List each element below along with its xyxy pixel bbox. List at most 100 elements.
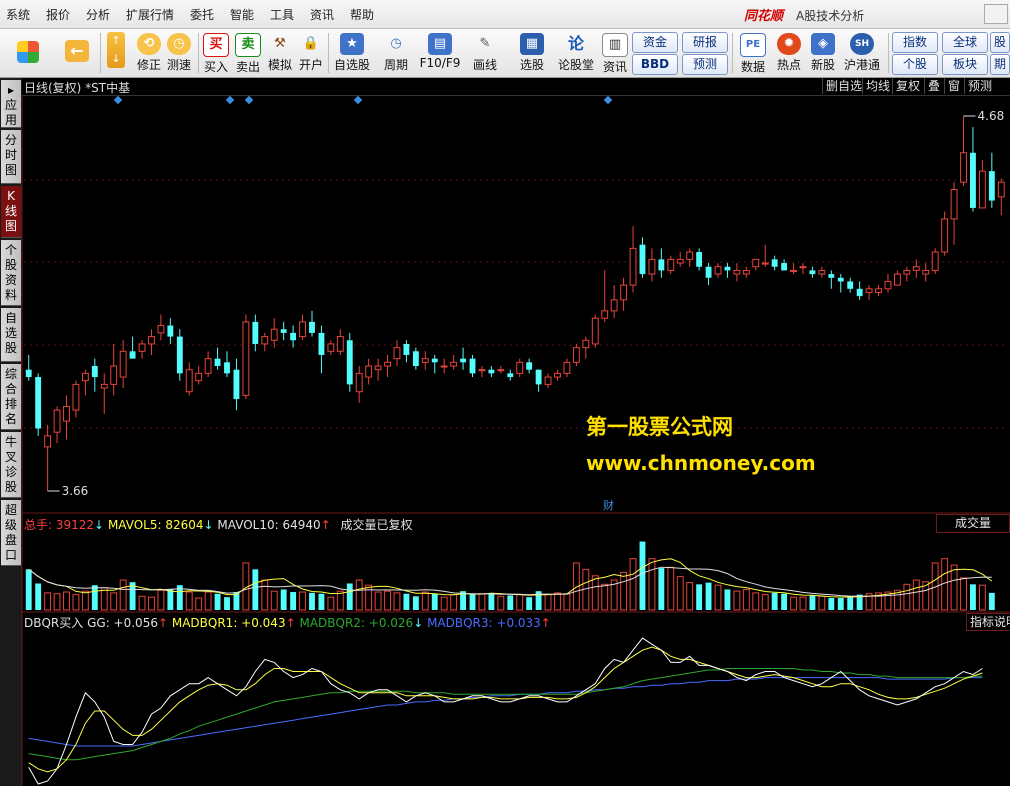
candle-body xyxy=(516,361,524,374)
side-tab-watchlist[interactable]: 自选股 xyxy=(1,308,21,362)
capital-button[interactable]: 资金 xyxy=(632,32,678,53)
forecast-button[interactable]: 预测 xyxy=(682,54,728,75)
candle-body xyxy=(554,372,561,378)
volume-bar xyxy=(167,589,174,610)
candle-body xyxy=(195,372,203,382)
volume-bar xyxy=(497,595,505,611)
volume-bar xyxy=(875,592,882,611)
mavol10-line xyxy=(28,566,992,597)
page-up-down-button[interactable]: ↑ ↓ xyxy=(101,31,131,75)
indicator-help-button[interactable]: 指标说明 xyxy=(966,613,1010,631)
candle-body xyxy=(931,251,939,271)
bbd-button[interactable]: BBD xyxy=(632,54,678,75)
side-tab-diagnosis[interactable]: 牛叉诊股 xyxy=(1,432,21,498)
candle-body xyxy=(771,259,778,267)
side-tab-ranking[interactable]: 综合排名 xyxy=(1,364,21,430)
side-tab-orderbook[interactable]: 超级盘口 xyxy=(1,500,21,566)
side-tab-kline[interactable]: K线图 xyxy=(1,186,21,238)
volume-bar xyxy=(431,593,438,610)
side-tab-apps[interactable]: ▸ 应用 xyxy=(1,80,21,128)
stock-button[interactable]: 个股 xyxy=(892,54,938,75)
toolbar-btn-0[interactable]: ⟲ 修正 xyxy=(132,31,166,75)
candle-body xyxy=(270,328,278,341)
toolbar-btn-2[interactable]: 买 买入 xyxy=(199,31,233,75)
volume-bar xyxy=(903,583,911,611)
ma-button[interactable]: 均线 xyxy=(862,78,893,94)
volume-button[interactable]: 成交量 xyxy=(936,514,1010,533)
menu-extended[interactable]: 扩展行情 xyxy=(126,6,174,23)
candle-body xyxy=(724,266,731,271)
forecast-button[interactable]: 预测 xyxy=(964,78,995,94)
volume-bar xyxy=(336,590,344,611)
candle-body xyxy=(978,170,986,209)
toolbar-btn-8[interactable]: ▤ F10/F9 xyxy=(418,31,462,75)
layout-icon[interactable] xyxy=(4,31,52,75)
index-button[interactable]: 指数 xyxy=(892,32,938,53)
menu-smart[interactable]: 智能 xyxy=(230,6,254,23)
star-icon: ★ xyxy=(340,33,364,55)
side-tab-intraday[interactable]: 分时图 xyxy=(1,130,21,184)
candle-body xyxy=(582,339,590,349)
volume-bar xyxy=(620,571,628,611)
sector-button[interactable]: 板块 xyxy=(942,54,988,75)
volume-bar xyxy=(629,558,637,611)
toolbar-btn-9[interactable]: ✎ 画线 xyxy=(466,31,504,75)
volume-bar xyxy=(912,579,920,611)
research-button[interactable]: 研报 xyxy=(682,32,728,53)
volume-bar xyxy=(81,590,89,611)
toolbar-btn-1[interactable]: ◷ 测速 xyxy=(162,31,196,75)
candle-body xyxy=(856,288,863,297)
toolbar-btn-16[interactable]: SH 沪港通 xyxy=(842,31,882,75)
watermark-url: www.chnmoney.com xyxy=(586,451,816,475)
overlay-button[interactable]: 叠 xyxy=(924,78,943,94)
menu-trade[interactable]: 委托 xyxy=(190,6,214,23)
side-tab-profile[interactable]: 个股资料 xyxy=(1,240,21,306)
share-button[interactable]: 股 xyxy=(990,32,1010,53)
toolbar-btn-5[interactable]: 🔒 开户 xyxy=(294,31,328,75)
volume-bar xyxy=(63,591,70,611)
gg-line xyxy=(28,637,983,785)
menu-help[interactable]: 帮助 xyxy=(350,6,374,23)
toolbar-btn-10[interactable]: ▦ 选股 xyxy=(512,31,552,75)
menu-tools[interactable]: 工具 xyxy=(270,6,294,23)
menu-news[interactable]: 资讯 xyxy=(310,6,334,23)
toolbar-btn-11[interactable]: 论 论股堂 xyxy=(556,31,596,75)
menu-quote[interactable]: 报价 xyxy=(46,6,70,23)
buy-icon: 买 xyxy=(203,33,229,57)
volume-bar xyxy=(346,583,353,610)
back-button[interactable]: ← xyxy=(58,31,96,75)
volume-bar xyxy=(591,575,599,611)
volume-bar xyxy=(639,541,646,610)
toolbar-btn-15[interactable]: ◈ 新股 xyxy=(806,31,840,75)
toolbar-btn-6[interactable]: ★ 自选股 xyxy=(332,31,372,75)
toolbar-btn-4[interactable]: ⚒ 模拟 xyxy=(263,31,297,75)
candle-body xyxy=(185,369,193,393)
toolbar-btn-7[interactable]: ◷ 周期 xyxy=(378,31,414,75)
adjust-button[interactable]: 复权 xyxy=(892,78,923,94)
remove-watchlist-button[interactable]: 删自选 xyxy=(822,78,865,94)
futures-button[interactable]: 期 xyxy=(990,54,1010,75)
candle-body xyxy=(847,281,854,289)
menu-system[interactable]: 系统 xyxy=(6,6,30,23)
toolbar-btn-12[interactable]: ▥ 资讯 xyxy=(598,31,632,75)
volume-bar xyxy=(950,564,958,611)
toolbar-btn-14[interactable]: ✹ 热点 xyxy=(772,31,806,75)
volume-bar xyxy=(138,595,146,611)
event-marker-diamond xyxy=(113,95,123,105)
toolbar-btn-13[interactable]: PE 数据 xyxy=(736,31,770,75)
minimize-button[interactable] xyxy=(984,4,1008,24)
menu-analysis[interactable]: 分析 xyxy=(86,6,110,23)
volume-bar xyxy=(35,583,42,610)
window-button[interactable]: 窗 xyxy=(944,78,963,94)
toolbar-btn-3[interactable]: 卖 卖出 xyxy=(231,31,265,75)
global-button[interactable]: 全球 xyxy=(942,32,988,53)
candle-body xyxy=(233,369,240,400)
volume-bar xyxy=(988,592,995,610)
volume-bar xyxy=(658,568,665,610)
volume-bar xyxy=(204,591,212,611)
volume-bar xyxy=(856,594,863,610)
candle-body xyxy=(384,361,391,367)
candle-body xyxy=(837,277,844,282)
volume-bar xyxy=(941,558,949,611)
volume-bar xyxy=(403,593,410,610)
